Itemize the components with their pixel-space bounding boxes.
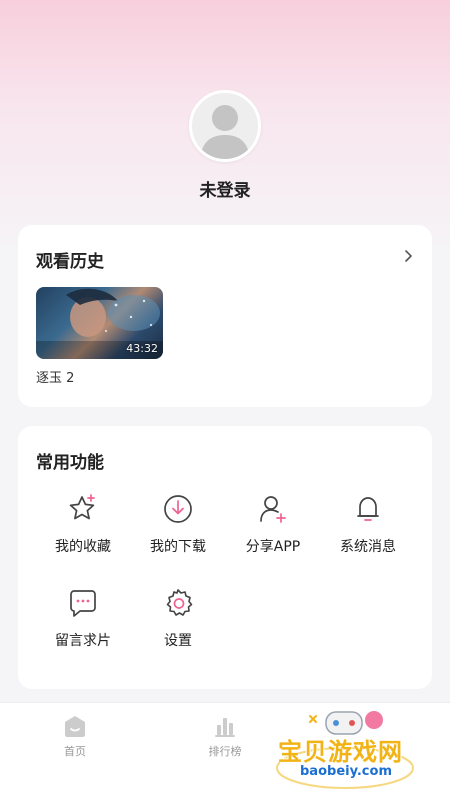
home-icon — [65, 716, 85, 737]
history-thumbnail[interactable]: 43:32 — [36, 287, 163, 359]
tab-ranking-label: 排行榜 — [208, 745, 242, 758]
watch-history-card: 观看历史 43:32 逐玉 2 — [18, 225, 432, 407]
request-movie-label: 留言求片 — [55, 633, 111, 649]
tab-home[interactable]: 首页 — [35, 713, 115, 759]
avatar[interactable] — [189, 90, 261, 162]
share-app-label: 分享APP — [245, 539, 301, 555]
favorites-label: 我的收藏 — [55, 539, 111, 555]
common-functions-card: 常用功能 我的收藏 我的下载 分享APP 系统消息 留言求片 设置 — [18, 426, 432, 689]
system-messages-label: 系统消息 — [340, 539, 396, 555]
history-duration: 43:32 — [126, 342, 158, 355]
login-status-text[interactable]: 未登录 — [0, 176, 450, 201]
default-user-avatar-icon — [200, 105, 250, 159]
watermark-text: 宝贝游戏网 — [278, 738, 403, 766]
downloads-button[interactable]: 我的下载 — [131, 492, 225, 556]
profile-header: 未登录 — [0, 90, 450, 201]
ranking-icon — [215, 718, 235, 737]
watermark-logo: 宝贝游戏网 baobeiy.com — [270, 706, 440, 796]
settings-button[interactable]: 设置 — [131, 586, 225, 650]
message-icon — [70, 590, 96, 617]
request-movie-button[interactable]: 留言求片 — [36, 586, 130, 650]
share-app-button[interactable]: 分享APP — [226, 492, 320, 556]
history-item-title[interactable]: 逐玉 2 — [36, 367, 74, 386]
chevron-right-icon[interactable] — [402, 249, 416, 263]
system-messages-button[interactable]: 系统消息 — [321, 492, 415, 556]
star-add-icon — [69, 494, 95, 520]
download-icon — [164, 495, 192, 523]
watermark-domain: baobeiy.com — [300, 764, 392, 779]
gear-icon — [166, 589, 193, 616]
favorites-button[interactable]: 我的收藏 — [36, 492, 130, 556]
watch-history-title: 观看历史 — [36, 252, 104, 272]
bell-icon — [357, 497, 379, 521]
downloads-label: 我的下载 — [150, 539, 206, 555]
tab-home-label: 首页 — [64, 745, 86, 758]
common-functions-title: 常用功能 — [36, 453, 104, 473]
share-user-icon — [260, 496, 286, 523]
tab-ranking[interactable]: 排行榜 — [185, 713, 265, 759]
settings-label: 设置 — [164, 633, 192, 649]
